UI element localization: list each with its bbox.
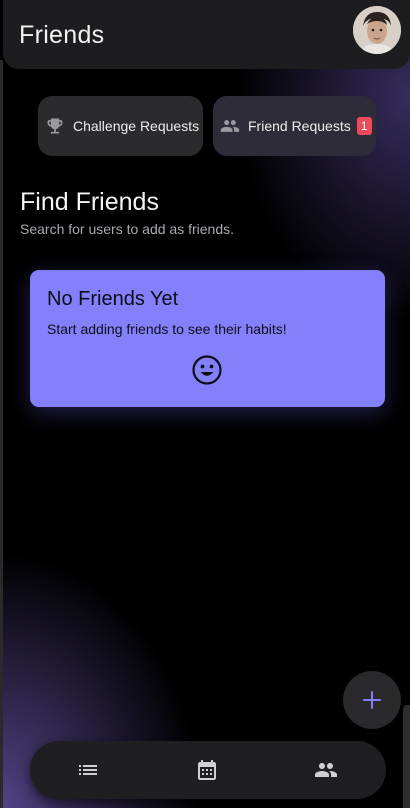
nav-item-calendar[interactable] xyxy=(195,758,219,782)
app-header: Friends xyxy=(3,0,410,69)
add-friend-fab[interactable] xyxy=(343,671,401,729)
edge-handle[interactable] xyxy=(403,705,410,808)
people-icon xyxy=(315,763,337,777)
avatar-photo xyxy=(353,6,401,54)
find-friends-subtitle: Search for users to add as friends. xyxy=(20,221,234,237)
calendar-icon xyxy=(198,760,216,780)
challenge-requests-label: Challenge Requests xyxy=(73,118,200,134)
bottom-navigation xyxy=(30,741,386,799)
friends-screen: Friends Challenge Requests Friend Reques… xyxy=(0,0,410,808)
friend-requests-badge: 1 xyxy=(356,117,372,135)
avatar[interactable] xyxy=(353,6,401,54)
empty-state-title: No Friends Yet xyxy=(47,288,179,310)
challenge-requests-button[interactable]: Challenge Requests xyxy=(38,96,203,156)
friend-requests-label: Friend Requests xyxy=(248,118,351,134)
people-icon xyxy=(220,116,240,136)
trophy-icon xyxy=(45,116,65,136)
smiley-face-icon xyxy=(191,354,223,386)
plus-icon xyxy=(363,691,381,709)
page-title: Friends xyxy=(19,21,105,49)
nav-item-habits[interactable] xyxy=(76,758,100,782)
find-friends-title: Find Friends xyxy=(20,188,159,216)
left-edge-strip xyxy=(0,60,3,808)
friend-requests-button[interactable]: Friend Requests 1 xyxy=(213,96,376,156)
list-icon xyxy=(79,765,97,775)
empty-state-description: Start adding friends to see their habits… xyxy=(47,321,287,337)
no-friends-card: No Friends Yet Start adding friends to s… xyxy=(30,270,385,407)
nav-item-friends[interactable] xyxy=(314,758,338,782)
